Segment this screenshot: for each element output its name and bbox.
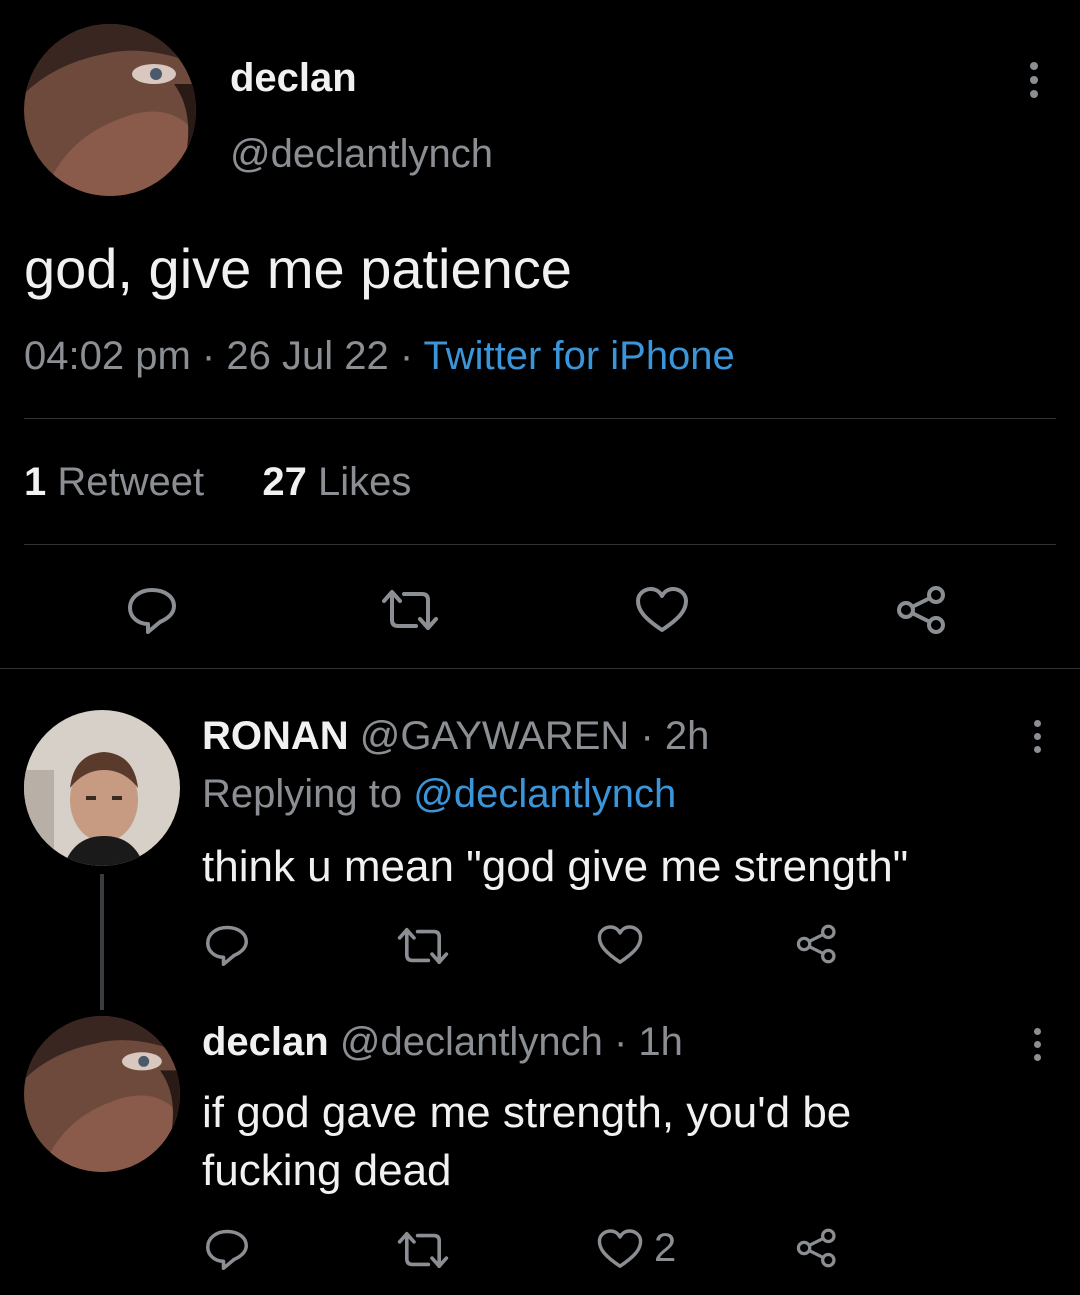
reply-icon[interactable] <box>204 924 250 966</box>
replying-handle-link[interactable]: @declantlynch <box>413 772 676 816</box>
reply-text-line2: fucking dead <box>202 1146 452 1195</box>
dot-icon <box>1033 1041 1041 1048</box>
main-author-handle[interactable]: @declantlynch <box>230 132 493 177</box>
reply-header: declan @declantlynch · 1h <box>202 1020 683 1065</box>
dot-icon <box>1030 62 1038 70</box>
tweet-source-link[interactable]: Twitter for iPhone <box>424 334 735 378</box>
like-label: Likes <box>318 460 412 504</box>
dot-icon <box>1030 76 1038 84</box>
reply-author-name[interactable]: RONAN <box>202 714 349 758</box>
dot-icon <box>1033 1054 1041 1061</box>
like-icon <box>596 1228 644 1270</box>
tweet-date: 26 Jul 22 <box>226 334 389 378</box>
like-icon[interactable] <box>596 924 644 966</box>
share-icon[interactable] <box>796 1228 838 1268</box>
share-icon[interactable] <box>896 586 948 634</box>
reply-author-handle[interactable]: @GAYWAREN <box>360 714 630 758</box>
reply-author-handle[interactable]: @declantlynch <box>340 1020 603 1064</box>
replying-prefix: Replying to <box>202 772 403 816</box>
retweet-icon[interactable] <box>396 926 450 966</box>
reply-author-name[interactable]: declan <box>202 1020 329 1064</box>
retweet-count: 1 <box>24 460 47 504</box>
dot-icon <box>1033 746 1041 753</box>
reply-icon[interactable] <box>126 586 178 634</box>
meta-sep: · <box>201 334 216 378</box>
reply-author-avatar[interactable] <box>24 710 180 866</box>
reply-author-avatar[interactable] <box>24 1016 180 1172</box>
thread-connector <box>100 874 104 1010</box>
dot-icon <box>1033 733 1041 740</box>
reply-text: think u mean "god give me strength" <box>202 842 909 891</box>
meta-sep: · <box>399 334 414 378</box>
dot-icon <box>1033 720 1041 727</box>
dot-icon <box>1030 90 1038 98</box>
dot-icon <box>1033 1028 1041 1035</box>
reply-icon[interactable] <box>204 1228 250 1270</box>
main-tweet-meta: 04:02 pm · 26 Jul 22 · Twitter for iPhon… <box>24 334 735 379</box>
share-icon[interactable] <box>796 924 838 964</box>
main-author-name[interactable]: declan <box>230 56 357 101</box>
tweet-time: 04:02 pm <box>24 334 191 378</box>
reply-header: RONAN @GAYWAREN · 2h <box>202 714 709 759</box>
like-button[interactable]: 2 <box>596 1226 676 1271</box>
reply-more-menu[interactable] <box>1031 1028 1043 1061</box>
divider <box>0 668 1080 669</box>
tweet-stats: 1 Retweet 27 Likes <box>24 460 411 505</box>
main-more-menu[interactable] <box>1028 62 1040 98</box>
like-icon[interactable] <box>634 586 690 634</box>
retweet-stat[interactable]: 1 Retweet <box>24 460 215 504</box>
reply-time[interactable]: 2h <box>665 714 710 758</box>
retweet-icon[interactable] <box>380 588 440 632</box>
divider <box>24 418 1056 419</box>
divider <box>24 544 1056 545</box>
main-tweet-text: god, give me patience <box>24 237 572 300</box>
like-count: 27 <box>262 460 307 504</box>
like-count: 2 <box>654 1226 677 1270</box>
reply-sep: · <box>640 714 654 758</box>
reply-sep: · <box>613 1020 628 1064</box>
retweet-label: Retweet <box>57 460 205 504</box>
replying-to: Replying to @declantlynch <box>202 772 676 817</box>
retweet-icon[interactable] <box>396 1230 450 1270</box>
reply-time[interactable]: 1h <box>638 1020 683 1064</box>
main-author-avatar[interactable] <box>24 24 196 196</box>
reply-more-menu[interactable] <box>1031 720 1043 753</box>
reply-text-line1: if god gave me strength, you'd be <box>202 1088 852 1137</box>
likes-stat[interactable]: 27 Likes <box>262 460 411 504</box>
